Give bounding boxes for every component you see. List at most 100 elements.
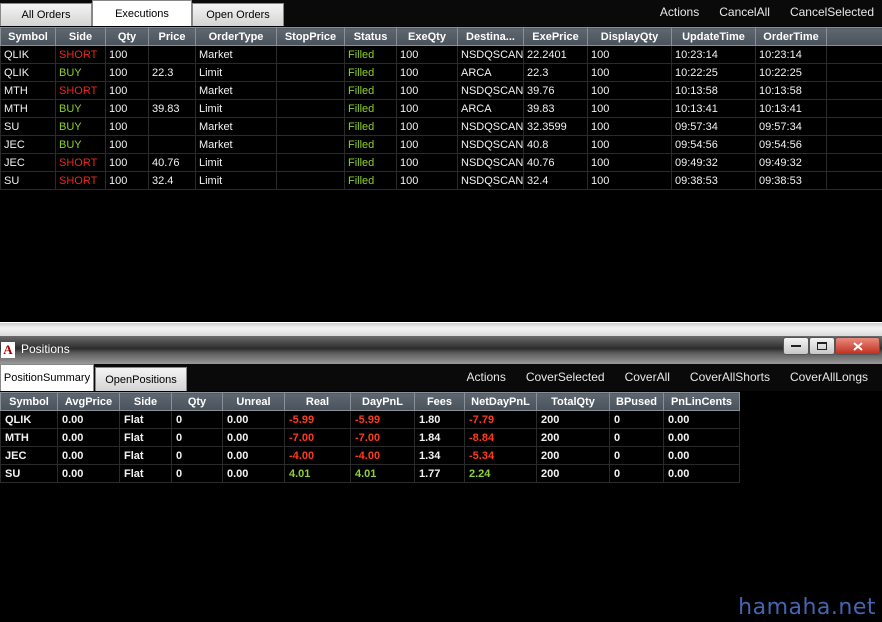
column-header-netdaypnl[interactable]: NetDayPnL bbox=[464, 392, 537, 411]
cell-displayqty: 100 bbox=[587, 63, 672, 82]
cell-totalqty: 200 bbox=[536, 428, 610, 447]
column-header-totalqty[interactable]: TotalQty bbox=[536, 392, 610, 411]
column-header-real[interactable]: Real bbox=[284, 392, 351, 411]
orders-toolbar: Actions CancelAll CancelSelected bbox=[660, 0, 874, 24]
column-header-ordertype[interactable]: OrderType bbox=[195, 27, 277, 46]
column-header-filler bbox=[826, 27, 882, 46]
cell-stopprice bbox=[276, 117, 345, 136]
cancel-all-button[interactable]: CancelAll bbox=[719, 5, 770, 19]
column-header-side[interactable]: Side bbox=[55, 27, 106, 46]
column-header-updatetime[interactable]: UpdateTime bbox=[671, 27, 756, 46]
cell-price: 40.76 bbox=[148, 153, 196, 172]
column-header-exeprice[interactable]: ExePrice bbox=[523, 27, 588, 46]
column-header-ordertime[interactable]: OrderTime bbox=[755, 27, 827, 46]
tab-open-positions[interactable]: OpenPositions bbox=[95, 367, 187, 391]
cover-selected-button[interactable]: CoverSelected bbox=[526, 370, 605, 384]
cell-side: Flat bbox=[119, 428, 172, 447]
cell-price bbox=[148, 45, 196, 64]
column-header-bpused[interactable]: BPused bbox=[609, 392, 664, 411]
app-icon: A bbox=[1, 342, 15, 358]
column-header-stopprice[interactable]: StopPrice bbox=[276, 27, 345, 46]
table-row[interactable]: JEC SHORT 100 40.76 Limit Filled 100 NSDQSCAN 40… bbox=[0, 153, 882, 172]
column-header-displayqty[interactable]: DisplayQty bbox=[587, 27, 672, 46]
close-button[interactable] bbox=[835, 337, 880, 355]
cell-side: Flat bbox=[119, 464, 172, 483]
column-header-symbol[interactable]: Symbol bbox=[0, 392, 58, 411]
cover-all-longs-button[interactable]: CoverAllLongs bbox=[790, 370, 868, 384]
table-row[interactable]: MTH BUY 100 39.83 Limit Filled 100 ARCA 39.83 100… bbox=[0, 99, 882, 118]
cell-destina: NSDQSCAN bbox=[457, 135, 524, 154]
table-row[interactable]: MTH 0.00 Flat 0 0.00 -7.00 -7.00 1.84 -8.84 200 0 0… bbox=[0, 428, 882, 447]
column-header-status[interactable]: Status bbox=[344, 27, 397, 46]
column-header-destina[interactable]: Destina... bbox=[457, 27, 524, 46]
cell-ordertype: Market bbox=[195, 135, 277, 154]
cell-ordertype: Market bbox=[195, 45, 277, 64]
cell-destina: NSDQSCAN bbox=[457, 45, 524, 64]
cell-symbol: QLIK bbox=[0, 45, 56, 64]
cell-filler bbox=[740, 429, 882, 447]
table-row[interactable]: QLIK SHORT 100 Market Filled 100 NSDQSCAN 22.24… bbox=[0, 45, 882, 64]
cell-displayqty: 100 bbox=[587, 153, 672, 172]
cell-exeprice: 39.76 bbox=[523, 81, 588, 100]
cell-destina: NSDQSCAN bbox=[457, 81, 524, 100]
positions-titlebar[interactable]: A Positions bbox=[0, 336, 882, 364]
cell-filler bbox=[826, 63, 882, 82]
column-header-fees[interactable]: Fees bbox=[414, 392, 465, 411]
cell-netdaypnl: -8.84 bbox=[464, 428, 537, 447]
cell-real: 4.01 bbox=[284, 464, 351, 483]
watermark: hamaha.net bbox=[738, 595, 876, 620]
cell-unreal: 0.00 bbox=[222, 464, 285, 483]
cell-updatetime: 10:23:14 bbox=[671, 45, 756, 64]
cell-ordertype: Market bbox=[195, 81, 277, 100]
minimize-button[interactable] bbox=[783, 337, 809, 355]
cover-all-button[interactable]: CoverAll bbox=[625, 370, 670, 384]
column-header-side[interactable]: Side bbox=[119, 392, 172, 411]
cell-price: 32.4 bbox=[148, 171, 196, 190]
table-row[interactable]: MTH SHORT 100 Market Filled 100 NSDQSCAN 39.76 1… bbox=[0, 81, 882, 100]
table-row[interactable]: SU BUY 100 Market Filled 100 NSDQSCAN 32.3599 10… bbox=[0, 117, 882, 136]
tab-all-orders[interactable]: All Orders bbox=[0, 3, 92, 26]
column-header-price[interactable]: Price bbox=[148, 27, 196, 46]
column-header-avgprice[interactable]: AvgPrice bbox=[57, 392, 120, 411]
table-row[interactable]: JEC BUY 100 Market Filled 100 NSDQSCAN 40.8 100 0… bbox=[0, 135, 882, 154]
column-header-pnlincents[interactable]: PnLinCents bbox=[663, 392, 740, 411]
cell-price bbox=[148, 81, 196, 100]
cell-unreal: 0.00 bbox=[222, 428, 285, 447]
maximize-button[interactable] bbox=[809, 337, 835, 355]
cell-daypnl: -7.00 bbox=[350, 428, 415, 447]
table-row[interactable]: QLIK 0.00 Flat 0 0.00 -5.99 -5.99 1.80 -7.79 200 0… bbox=[0, 410, 882, 429]
column-header-symbol[interactable]: Symbol bbox=[0, 27, 56, 46]
cell-side: SHORT bbox=[55, 81, 106, 100]
cell-displayqty: 100 bbox=[587, 45, 672, 64]
cell-filler bbox=[826, 81, 882, 100]
cell-ordertime: 09:49:32 bbox=[755, 153, 827, 172]
column-header-exeqty[interactable]: ExeQty bbox=[396, 27, 458, 46]
pane-splitter[interactable] bbox=[0, 322, 882, 336]
column-header-qty[interactable]: Qty bbox=[171, 392, 223, 411]
cell-status: Filled bbox=[344, 63, 397, 82]
cell-qty: 100 bbox=[105, 135, 149, 154]
column-header-qty[interactable]: Qty bbox=[105, 27, 149, 46]
cover-all-shorts-button[interactable]: CoverAllShorts bbox=[690, 370, 770, 384]
cell-updatetime: 09:38:53 bbox=[671, 171, 756, 190]
cell-updatetime: 09:49:32 bbox=[671, 153, 756, 172]
cell-qty: 0 bbox=[171, 446, 223, 465]
cell-price bbox=[148, 135, 196, 154]
column-header-unreal[interactable]: Unreal bbox=[222, 392, 285, 411]
tab-executions[interactable]: Executions bbox=[92, 0, 192, 26]
table-row[interactable]: SU SHORT 100 32.4 Limit Filled 100 NSDQSCAN 32.4… bbox=[0, 171, 882, 190]
table-row[interactable]: QLIK BUY 100 22.3 Limit Filled 100 ARCA 22.3 100 1… bbox=[0, 63, 882, 82]
cell-stopprice bbox=[276, 45, 345, 64]
cancel-selected-button[interactable]: CancelSelected bbox=[790, 5, 874, 19]
actions-menu[interactable]: Actions bbox=[660, 5, 699, 19]
cell-qty: 0 bbox=[171, 464, 223, 483]
positions-actions-menu[interactable]: Actions bbox=[466, 370, 505, 384]
column-header-daypnl[interactable]: DayPnL bbox=[350, 392, 415, 411]
cell-exeprice: 39.83 bbox=[523, 99, 588, 118]
table-row[interactable]: SU 0.00 Flat 0 0.00 4.01 4.01 1.77 2.24 200 0 0.00 bbox=[0, 464, 882, 483]
table-row[interactable]: JEC 0.00 Flat 0 0.00 -4.00 -4.00 1.34 -5.34 200 0 0… bbox=[0, 446, 882, 465]
cell-updatetime: 10:13:41 bbox=[671, 99, 756, 118]
tab-open-orders[interactable]: Open Orders bbox=[192, 3, 284, 26]
cell-destina: NSDQSCAN bbox=[457, 171, 524, 190]
tab-position-summary[interactable]: PositionSummary bbox=[0, 364, 94, 391]
